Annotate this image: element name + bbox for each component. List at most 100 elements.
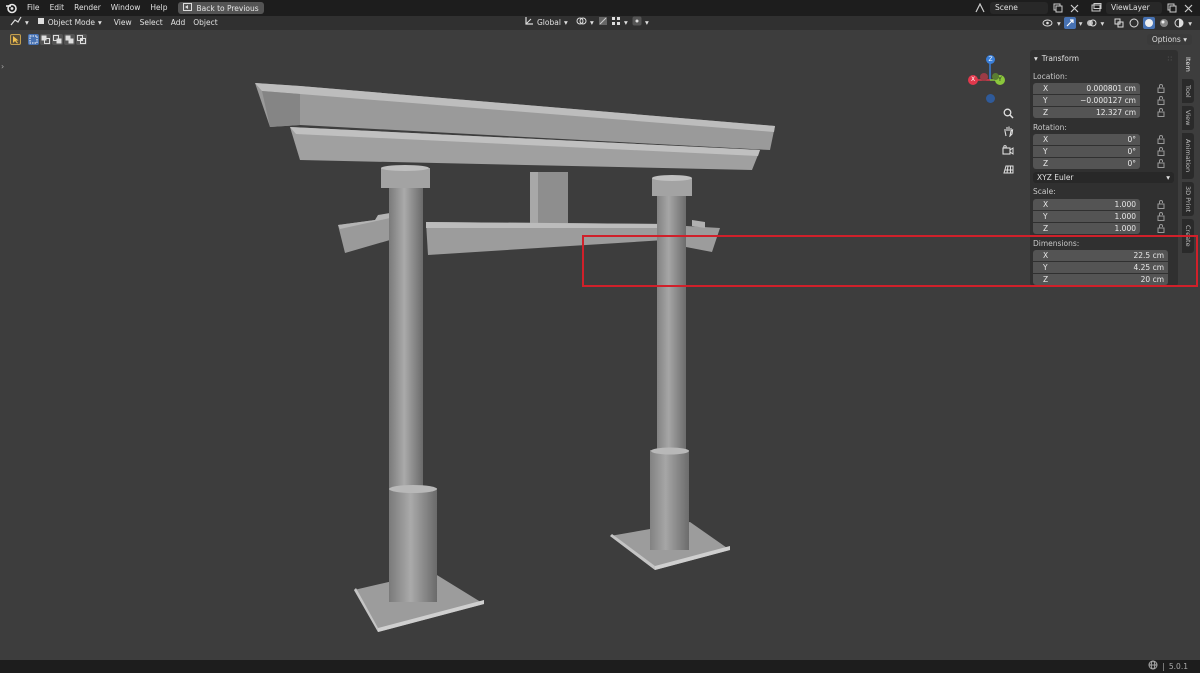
navigation-gizmo[interactable]: Z X Y [964,52,1014,107]
blender-logo-icon[interactable] [4,1,18,15]
gizmo-neg-x-axis[interactable] [980,73,988,81]
lock-icon[interactable] [1157,147,1165,156]
menu-select[interactable]: Select [136,17,167,29]
location-x-field[interactable]: X 0.000801 cm [1033,83,1140,94]
select-subtract-mode-icon[interactable] [52,34,63,45]
scale-label: Scale: [1033,187,1056,196]
scene-field[interactable]: Scene [990,2,1048,14]
select-extend-mode-icon[interactable] [40,34,51,45]
scale-z-field[interactable]: Z 1.000 [1033,223,1140,234]
viewlayer-icon[interactable] [1090,2,1102,14]
viewlayer-field[interactable]: ViewLayer [1106,2,1162,14]
axis-label: Y [1043,96,1048,105]
transform-orientation-selector[interactable]: Global ▾ [520,17,572,29]
scale-x-field[interactable]: X 1.000 [1033,199,1140,210]
select-new-mode-icon[interactable] [28,34,39,45]
chevron-down-icon: ▾ [1100,18,1105,28]
network-icon[interactable] [1148,660,1158,673]
close-icon[interactable] [1068,2,1080,14]
tab-animation[interactable]: Animation [1182,133,1194,179]
rendered-shading-icon[interactable] [1173,17,1185,29]
rotation-z-value: 0° [1127,159,1136,168]
rotation-x-field[interactable]: X 0° [1033,134,1140,145]
copy-icon[interactable] [1052,2,1064,14]
scale-y-field[interactable]: Y 1.000 [1033,211,1140,222]
menu-file[interactable]: File [22,0,45,16]
rotation-mode-value: XYZ Euler [1037,173,1074,182]
menu-view[interactable]: View [110,17,136,29]
grid-icon[interactable] [1001,162,1015,176]
wireframe-shading-icon[interactable] [1128,17,1140,29]
snap-icon [598,16,608,30]
select-intersect-mode-icon[interactable] [76,34,87,45]
tab-tool[interactable]: Tool [1182,79,1194,103]
transform-orientation-icon [524,16,534,30]
active-tool-icon[interactable] [10,34,21,45]
snap-toggle[interactable]: ▾ [594,17,632,29]
menu-edit[interactable]: Edit [45,0,70,16]
lock-icon[interactable] [1157,224,1165,233]
copy-icon[interactable] [1166,2,1178,14]
menu-add[interactable]: Add [167,17,190,29]
hand-icon[interactable] [1001,124,1015,138]
menu-render[interactable]: Render [69,0,106,16]
mode-selector[interactable]: Object Mode ▾ [33,17,106,29]
options-button[interactable]: Options ▾ [1146,34,1192,45]
menu-help[interactable]: Help [145,0,172,16]
tab-3d-print[interactable]: 3D Print [1182,182,1194,216]
xray-toggle-icon[interactable] [1113,17,1125,29]
solid-shading-icon[interactable] [1143,17,1156,29]
3d-viewport[interactable] [0,48,1180,660]
location-label: Location: [1033,72,1068,81]
panel-drag-handle[interactable]: ∷ [1168,55,1172,63]
chevron-down-icon: ▾ [1056,18,1061,28]
rotation-mode-select[interactable]: XYZ Euler ▾ [1033,172,1174,183]
tab-view[interactable]: View [1182,106,1194,130]
tab-item-label: Item [1184,56,1192,72]
top-right-controls: Scene ViewLayer [974,0,1200,16]
gizmo-neg-y-axis[interactable] [992,73,999,80]
transform-title: Transform [1041,54,1080,63]
scene-icon[interactable] [974,2,986,14]
rotation-y-field[interactable]: Y 0° [1033,146,1140,157]
back-to-previous-label: Back to Previous [196,3,259,13]
lock-icon[interactable] [1157,84,1165,93]
menu-window[interactable]: Window [106,0,146,16]
overlay-toggle-icon[interactable] [1085,17,1097,29]
editor-type-selector[interactable]: ▾ [6,16,33,29]
gizmo-neg-z-axis[interactable] [986,94,995,103]
tab-item[interactable]: Item [1182,52,1194,76]
rotation-z-field[interactable]: Z 0° [1033,158,1140,169]
chevron-down-icon: ▾ [1166,173,1170,182]
transform-panel-header[interactable]: ▾ Transform [1034,53,1079,65]
visibility-icon[interactable] [1042,17,1054,29]
lock-icon[interactable] [1157,135,1165,144]
chevron-down-icon: ▾ [563,18,568,27]
lock-icon[interactable] [1157,96,1165,105]
rotation-label: Rotation: [1033,123,1067,132]
version-label: 5.0.1 [1168,662,1188,671]
gizmo-x-axis[interactable]: X [968,75,978,85]
close-icon[interactable] [1182,2,1194,14]
select-invert-mode-icon[interactable] [64,34,75,45]
camera-icon[interactable] [1001,143,1015,157]
material-shading-icon[interactable] [1158,17,1170,29]
tab-3d-print-label: 3D Print [1184,185,1192,213]
axis-label: Y [1043,147,1048,156]
tab-animation-label: Animation [1184,139,1192,173]
back-to-previous-button[interactable]: Back to Previous [178,2,264,14]
proportional-edit-toggle[interactable]: ▾ [628,16,653,29]
lock-icon[interactable] [1157,108,1165,117]
gizmo-z-axis[interactable]: Z [986,55,995,64]
lock-icon[interactable] [1157,159,1165,168]
torii-gate-model[interactable] [0,48,1180,660]
lock-icon[interactable] [1157,212,1165,221]
location-y-field[interactable]: Y −0.000127 cm [1033,95,1140,106]
version-separator: | [1162,662,1165,671]
location-z-field[interactable]: Z 12.327 cm [1033,107,1140,118]
menu-object[interactable]: Object [189,17,221,29]
lock-icon[interactable] [1157,200,1165,209]
zoom-icon[interactable] [1001,106,1015,120]
grid-snap-icon [611,16,621,30]
gizmo-toggle-icon[interactable] [1063,17,1076,29]
